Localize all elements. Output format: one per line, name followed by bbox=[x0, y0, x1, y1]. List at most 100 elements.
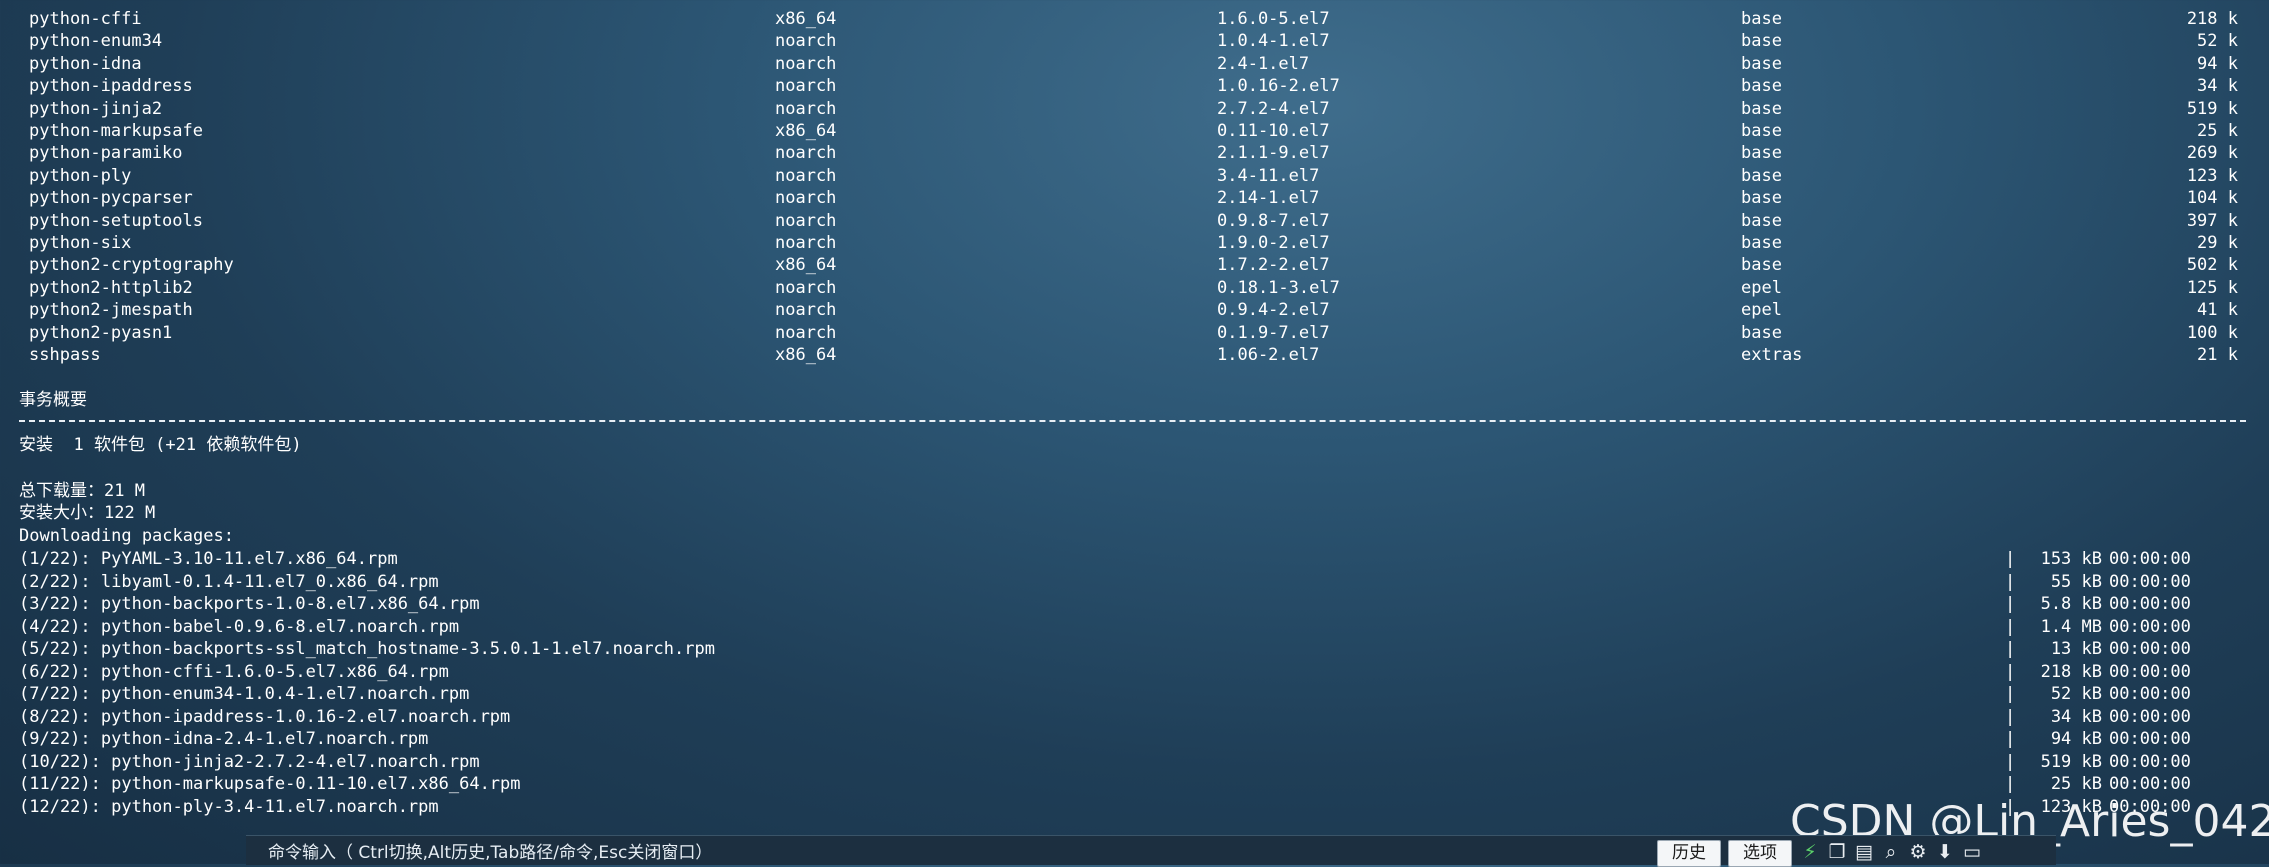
package-arch: noarch bbox=[775, 98, 837, 119]
package-version: 2.14-1.el7 bbox=[1217, 188, 1320, 209]
install-size: 安装大小：122 M bbox=[0, 502, 2269, 524]
package-repo: base bbox=[1741, 255, 1782, 276]
download-time: 00:00:00 bbox=[2109, 661, 2191, 682]
total-download-text: 总下载量：21 M bbox=[19, 481, 145, 501]
package-size: 100 k bbox=[2186, 322, 2238, 343]
download-time: 00:00:00 bbox=[2109, 594, 2191, 614]
column-divider: | bbox=[2005, 661, 2016, 682]
download-file: (10/22): python-jinja2-2.7.2-4.el7.noarc… bbox=[19, 751, 480, 772]
copy-icon[interactable]: ❐ bbox=[1826, 840, 1848, 864]
column-divider: | bbox=[2005, 706, 2016, 727]
package-version: 0.9.8-7.el7 bbox=[1217, 210, 1330, 231]
package-arch: noarch bbox=[775, 76, 837, 97]
package-row: python-cffi x86_64 1.6.0-5.el7 base 218 k bbox=[0, 8, 2269, 30]
download-size: 34 kB bbox=[2050, 706, 2102, 727]
search-icon[interactable]: ⌕ bbox=[1880, 840, 1902, 864]
package-row: python-pycparser noarch 2.14-1.el7 base 104 … bbox=[0, 187, 2269, 209]
history-button[interactable]: 历史 bbox=[1657, 840, 1721, 867]
download-row: (6/22): python-cffi-1.6.0-5.el7.x86_64.r… bbox=[0, 661, 2269, 683]
package-repo: epel bbox=[1741, 277, 1782, 298]
package-size: 123 k bbox=[2186, 165, 2238, 186]
package-repo: base bbox=[1741, 210, 1782, 231]
package-size: 52 k bbox=[2197, 31, 2238, 52]
package-arch: noarch bbox=[775, 277, 837, 298]
download-file: (12/22): python-ply-3.4-11.el7.noarch.rp… bbox=[19, 796, 439, 817]
download-file: (3/22): python-backports-1.0-8.el7.x86_6… bbox=[19, 594, 480, 614]
package-name: python-idna bbox=[29, 53, 142, 74]
download-size: 55 kB bbox=[2050, 571, 2102, 592]
package-row: python-setuptools noarch 0.9.8-7.el7 base 39… bbox=[0, 210, 2269, 232]
download-size: 1.4 MB bbox=[2040, 616, 2102, 637]
downloading-header: Downloading packages: bbox=[0, 525, 2269, 547]
download-time: 00:00:00 bbox=[2109, 616, 2191, 637]
package-arch: noarch bbox=[775, 143, 837, 164]
package-row: python2-jmespath noarch 0.9.4-2.el7 epel 41 … bbox=[0, 299, 2269, 321]
package-name: python2-httplib2 bbox=[29, 277, 193, 298]
package-repo: base bbox=[1741, 322, 1782, 343]
download-row: (7/22): python-enum34-1.0.4-1.el7.noarch… bbox=[0, 683, 2269, 705]
package-row: python-enum34 noarch 1.0.4-1.el7 base 52 k bbox=[0, 30, 2269, 52]
download-size: 94 kB bbox=[2050, 729, 2102, 749]
download-file: (6/22): python-cffi-1.6.0-5.el7.x86_64.r… bbox=[19, 661, 449, 682]
download-icon[interactable]: ⬇ bbox=[1934, 840, 1956, 864]
total-download: 总下载量：21 M bbox=[0, 480, 2269, 502]
package-version: 1.6.0-5.el7 bbox=[1217, 9, 1330, 29]
download-file: (1/22): PyYAML-3.10-11.el7.x86_64.rpm bbox=[19, 549, 398, 569]
package-arch: noarch bbox=[775, 300, 837, 321]
lightning-icon[interactable]: ⚡ bbox=[1799, 840, 1821, 864]
package-arch: noarch bbox=[775, 233, 837, 253]
download-row: (4/22): python-babel-0.9.6-8.el7.noarch.… bbox=[0, 616, 2269, 638]
package-row: python-six noarch 1.9.0-2.el7 base 29 k bbox=[0, 232, 2269, 254]
package-row: python-idna noarch 2.4-1.el7 base 94 k bbox=[0, 53, 2269, 75]
package-version: 1.0.4-1.el7 bbox=[1217, 31, 1330, 52]
package-name: python2-jmespath bbox=[29, 300, 193, 321]
package-repo: extras bbox=[1741, 345, 1803, 365]
package-arch: x86_64 bbox=[775, 9, 837, 29]
package-version: 1.9.0-2.el7 bbox=[1217, 233, 1330, 253]
command-input[interactable]: 命令输入（ Ctrl切换,Alt历史,Tab路径/命令,Esc关闭窗口） bbox=[268, 843, 712, 863]
package-arch: noarch bbox=[775, 53, 837, 74]
column-divider: | bbox=[2005, 616, 2016, 637]
package-repo: base bbox=[1741, 9, 1782, 29]
package-row: python-ply noarch 3.4-11.el7 base 123 k bbox=[0, 165, 2269, 187]
download-size: 519 kB bbox=[2040, 751, 2102, 772]
window-icon[interactable]: ▭ bbox=[1961, 840, 1983, 864]
download-size: 153 kB bbox=[2040, 549, 2102, 569]
download-time: 00:00:00 bbox=[2109, 774, 2191, 794]
package-repo: base bbox=[1741, 165, 1782, 186]
column-divider: | bbox=[2005, 549, 2016, 569]
gear-icon[interactable]: ⚙ bbox=[1907, 840, 1929, 864]
package-arch: noarch bbox=[775, 165, 837, 186]
package-row: python-jinja2 noarch 2.7.2-4.el7 base 519 k bbox=[0, 98, 2269, 120]
options-button[interactable]: 选项 bbox=[1728, 840, 1792, 867]
package-row: python-ipaddress noarch 1.0.16-2.el7 base 34… bbox=[0, 75, 2269, 97]
package-row: python-paramiko noarch 2.1.1-9.el7 base 269 … bbox=[0, 142, 2269, 164]
column-divider: | bbox=[2005, 639, 2016, 659]
package-repo: base bbox=[1741, 143, 1782, 164]
download-file: (4/22): python-babel-0.9.6-8.el7.noarch.… bbox=[19, 616, 460, 637]
package-arch: noarch bbox=[775, 322, 837, 343]
download-time: 00:00:00 bbox=[2109, 706, 2191, 727]
download-row: (8/22): python-ipaddress-1.0.16-2.el7.no… bbox=[0, 706, 2269, 728]
package-row: python2-cryptography x86_64 1.7.2-2.el7 bas… bbox=[0, 254, 2269, 276]
package-name: python-ply bbox=[29, 165, 132, 186]
download-file: (8/22): python-ipaddress-1.0.16-2.el7.no… bbox=[19, 706, 511, 727]
package-size: 94 k bbox=[2197, 53, 2238, 74]
package-size: 41 k bbox=[2197, 300, 2238, 321]
package-row: sshpass x86_64 1.06-2.el7 extras 21 k bbox=[0, 344, 2269, 366]
install-line-text: 安装 1 软件包 (+21 依赖软件包) bbox=[19, 435, 302, 455]
package-size: 104 k bbox=[2186, 188, 2238, 209]
download-row: (3/22): python-backports-1.0-8.el7.x86_6… bbox=[0, 593, 2269, 615]
package-name: python2-cryptography bbox=[29, 255, 234, 276]
package-repo: base bbox=[1741, 233, 1782, 253]
download-row: (9/22): python-idna-2.4-1.el7.noarch.rpm… bbox=[0, 728, 2269, 750]
column-divider: | bbox=[2005, 729, 2016, 749]
package-version: 3.4-11.el7 bbox=[1217, 165, 1320, 186]
download-row: (2/22): libyaml-0.1.4-11.el7_0.x86_64.rp… bbox=[0, 571, 2269, 593]
paste-icon[interactable]: ▤ bbox=[1853, 840, 1875, 864]
download-time: 00:00:00 bbox=[2109, 549, 2191, 569]
package-repo: base bbox=[1741, 98, 1782, 119]
package-size: 269 k bbox=[2186, 143, 2238, 164]
package-row: python-markupsafe x86_64 0.11-10.el7 base 25… bbox=[0, 120, 2269, 142]
package-size: 21 k bbox=[2197, 345, 2238, 365]
